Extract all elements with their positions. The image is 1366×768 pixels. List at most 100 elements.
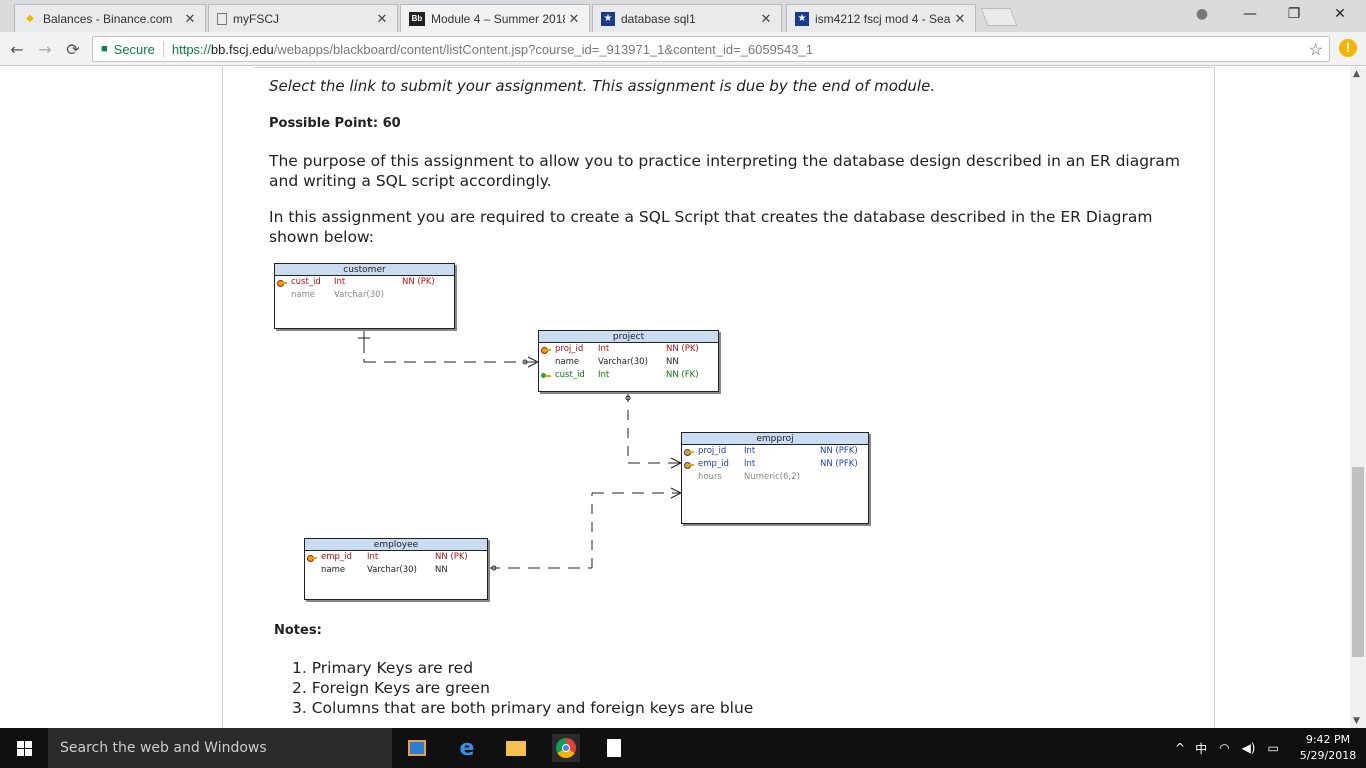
star-badge-icon: ★ — [601, 11, 615, 26]
column-type: Varchar(30) — [334, 290, 384, 300]
entity-title: project — [539, 331, 718, 343]
scroll-up-icon[interactable]: ▲ — [1353, 69, 1360, 79]
column-name: name — [291, 290, 316, 300]
divider — [254, 67, 1214, 68]
column-constraint: NN — [666, 357, 679, 367]
entity-title: customer — [275, 264, 454, 276]
windows-logo-icon — [16, 740, 32, 756]
tab-label: Module 4 – Summer 2018 — [431, 11, 565, 26]
column-constraint: NN (PK) — [402, 277, 435, 287]
new-tab-button[interactable] — [980, 8, 1018, 26]
profile-icon[interactable]: ● — [1180, 0, 1224, 28]
scroll-down-icon[interactable]: ▼ — [1353, 716, 1360, 726]
blackboard-icon: Bb — [409, 11, 425, 26]
primary-foreign-key-icon — [684, 462, 694, 469]
url-path: /webapps/blackboard/content/listContent.… — [273, 41, 813, 57]
file-explorer-icon[interactable] — [504, 736, 528, 760]
primary-key-icon — [307, 555, 317, 562]
foreign-key-icon — [541, 373, 551, 378]
column-name: name — [321, 565, 346, 575]
close-icon[interactable]: ✕ — [373, 11, 391, 27]
windows-taskbar: Search the web and Windows e ^ 中 ◠ ◀) ▭ … — [0, 728, 1366, 768]
entity-column-row: hours Numeric(6,2) — [682, 471, 868, 484]
maximize-button[interactable]: ❐ — [1272, 0, 1316, 28]
assignment-paragraph: In this assignment you are required to c… — [269, 208, 1153, 246]
wifi-icon[interactable]: ◠ — [1219, 741, 1229, 755]
entity-column-row: name Varchar(30) — [275, 289, 454, 302]
reload-button[interactable]: ⟳ — [62, 38, 84, 60]
close-window-button[interactable]: ✕ — [1318, 0, 1362, 28]
taskbar-clock[interactable]: 9:42 PM 5/29/2018 — [1296, 732, 1360, 764]
divider — [162, 41, 164, 57]
column-type: Int — [744, 446, 756, 456]
possible-points: Possible Point: 60 — [269, 116, 401, 131]
entity-column-row: emp_id Int NN (PFK) — [682, 458, 868, 471]
tray-chevron-icon[interactable]: ^ — [1175, 741, 1185, 755]
chrome-icon[interactable] — [552, 734, 580, 762]
column-name: proj_id — [698, 446, 727, 456]
column-type: Int — [367, 552, 379, 562]
notes-title: Notes: — [274, 623, 322, 638]
tab-label: myFSCJ — [233, 11, 279, 26]
column-constraint: NN (PK) — [435, 552, 468, 562]
volume-icon[interactable]: ◀) — [1242, 741, 1256, 755]
tab-strip: ◆ Balances - Binance.com ✕ myFSCJ ✕ Bb M… — [0, 0, 1366, 32]
bookmark-star-icon[interactable]: ☆ — [1309, 40, 1323, 60]
primary-key-icon — [277, 280, 287, 287]
ime-icon[interactable]: 中 — [1195, 740, 1207, 757]
tab-ism4212[interactable]: ★ ism4212 fscj mod 4 - Sea ✕ — [786, 4, 976, 32]
tab-label: database sql1 — [621, 11, 696, 26]
taskbar-search[interactable]: Search the web and Windows — [48, 728, 392, 768]
column-name: emp_id — [698, 459, 729, 469]
tab-myfscj[interactable]: myFSCJ ✕ — [208, 4, 398, 32]
column-name: proj_id — [555, 344, 584, 354]
column-name: cust_id — [291, 277, 321, 287]
page-scrollbar[interactable]: ▲ ▼ — [1350, 67, 1366, 728]
alert-icon[interactable]: ! — [1339, 39, 1357, 57]
note-item: 3. Columns that are both primary and for… — [292, 699, 754, 717]
tab-label: ism4212 fscj mod 4 - Sea — [815, 11, 951, 26]
notification-icon[interactable]: ▭ — [1267, 741, 1278, 755]
entity-column-row: name Varchar(30) NN — [305, 564, 487, 577]
close-icon[interactable]: ✕ — [181, 11, 199, 27]
entity-project: project proj_id Int NN (PK) name Varchar… — [538, 330, 719, 392]
browser-toolbar: ← → ⟳ ■ Secure https:// bb.fscj.edu /web… — [0, 32, 1366, 66]
address-bar[interactable]: ■ Secure https:// bb.fscj.edu /webapps/b… — [92, 36, 1330, 62]
entity-employee: employee emp_id Int NN (PK) name Varchar… — [304, 538, 488, 600]
close-icon[interactable]: ✕ — [951, 11, 969, 27]
tab-binance[interactable]: ◆ Balances - Binance.com ✕ — [14, 4, 206, 32]
column-name: emp_id — [321, 552, 352, 562]
column-type: Int — [598, 370, 610, 380]
tab-module-4[interactable]: Bb Module 4 – Summer 2018 ✕ — [400, 4, 590, 32]
entity-title: employee — [305, 539, 487, 551]
assignment-paragraph: The purpose of this assignment to allow … — [269, 152, 1181, 190]
edge-browser-icon[interactable]: e — [455, 736, 479, 761]
close-icon[interactable]: ✕ — [565, 11, 583, 27]
close-icon[interactable]: ✕ — [757, 11, 775, 27]
back-button[interactable]: ← — [6, 38, 28, 60]
minimize-button[interactable]: — — [1228, 0, 1272, 28]
assignment-intro: Select the link to submit your assignmen… — [269, 77, 936, 95]
divider — [1214, 67, 1215, 728]
primary-foreign-key-icon — [684, 449, 694, 456]
column-type: Numeric(6,2) — [744, 472, 800, 482]
start-button[interactable] — [0, 728, 48, 768]
media-player-icon[interactable] — [405, 736, 429, 760]
entity-column-row: proj_id Int NN (PK) — [539, 343, 718, 356]
scrollbar-thumb[interactable] — [1352, 467, 1364, 657]
tab-database-sql1[interactable]: ★ database sql1 ✕ — [592, 4, 782, 32]
column-type: Int — [744, 459, 756, 469]
primary-key-icon — [541, 347, 551, 354]
star-badge-icon: ★ — [795, 11, 809, 26]
column-constraint: NN (FK) — [666, 370, 699, 380]
column-constraint: NN (PFK) — [820, 446, 858, 456]
note-item: 2. Foreign Keys are green — [292, 679, 490, 697]
column-constraint: NN (PFK) — [820, 459, 858, 469]
column-type: Varchar(30) — [598, 357, 648, 367]
tab-label: Balances - Binance.com — [43, 11, 173, 26]
page-icon — [217, 12, 227, 25]
page-content: Select the link to submit your assignmen… — [0, 67, 1350, 728]
document-icon[interactable] — [602, 736, 626, 760]
forward-button[interactable]: → — [34, 38, 56, 60]
column-constraint: NN — [435, 565, 448, 575]
